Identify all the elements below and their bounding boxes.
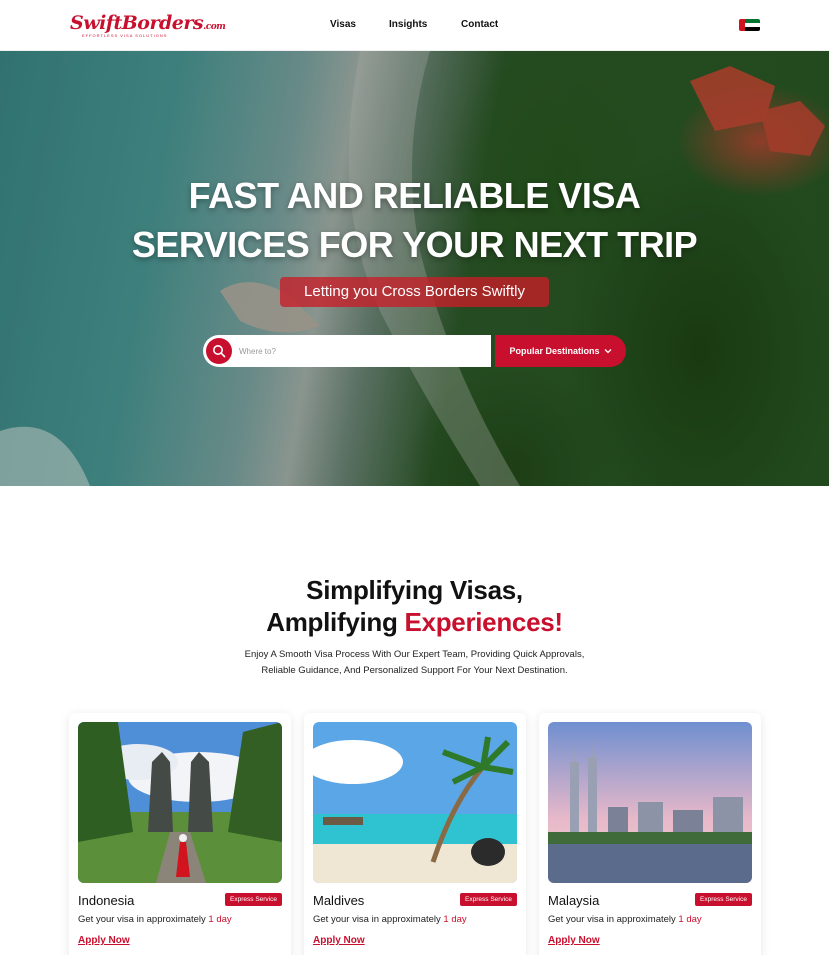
- destination-card-malaysia[interactable]: Malaysia Express Service Get your visa i…: [539, 713, 761, 955]
- apply-now-link[interactable]: Apply Now: [78, 935, 130, 946]
- express-service-badge: Express Service: [695, 893, 752, 906]
- section-title-line2: Amplifying Experiences!: [266, 607, 563, 637]
- logo-text: SwiftBorders.com: [70, 12, 226, 34]
- search-button[interactable]: [206, 338, 232, 364]
- apply-now-link[interactable]: Apply Now: [313, 935, 365, 946]
- logo[interactable]: SwiftBorders.com EFFORTLESS VISA SOLUTIO…: [70, 12, 226, 40]
- indonesia-image: [78, 722, 282, 883]
- section-description-line2: Reliable Guidance, And Personalized Supp…: [261, 665, 568, 676]
- hero-title-line2: SERVICES FOR YOUR NEXT TRIP: [131, 224, 698, 265]
- popular-destinations-label: Popular Destinations: [509, 346, 600, 356]
- nav-link-visas[interactable]: Visas: [330, 19, 356, 30]
- uae-flag-icon[interactable]: [739, 19, 760, 31]
- hero-title-line1: FAST AND RELIABLE VISA: [188, 175, 641, 216]
- nav-link-insights[interactable]: Insights: [389, 19, 427, 30]
- apply-now-link[interactable]: Apply Now: [548, 935, 600, 946]
- destination-card-indonesia[interactable]: Indonesia Express Service Get your visa …: [69, 713, 291, 955]
- maldives-image: [313, 722, 517, 883]
- hero-subtitle: Letting you Cross Borders Swiftly: [280, 277, 549, 307]
- malaysia-image: [548, 722, 752, 883]
- section-title-line1: Simplifying Visas,: [306, 575, 523, 605]
- logo-tagline: EFFORTLESS VISA SOLUTIONS: [82, 33, 168, 38]
- card-description: Get your visa in approximately 1 day: [78, 914, 232, 925]
- search-bar: [203, 335, 491, 367]
- card-title: Malaysia: [548, 893, 600, 908]
- section-description-line1: Enjoy A Smooth Visa Process With Our Exp…: [244, 649, 585, 660]
- nav-link-contact[interactable]: Contact: [461, 19, 498, 30]
- top-nav: SwiftBorders.com EFFORTLESS VISA SOLUTIO…: [0, 0, 829, 51]
- destination-card-maldives[interactable]: Maldives Express Service Get your visa i…: [304, 713, 526, 955]
- chevron-down-icon: [604, 349, 611, 354]
- express-service-badge: Express Service: [225, 893, 282, 906]
- popular-destinations-button[interactable]: Popular Destinations: [495, 335, 626, 367]
- card-description: Get your visa in approximately 1 day: [548, 914, 702, 925]
- search-input[interactable]: [239, 341, 479, 361]
- card-description: Get your visa in approximately 1 day: [313, 914, 467, 925]
- card-title: Maldives: [313, 893, 365, 908]
- express-service-badge: Express Service: [460, 893, 517, 906]
- hero-banner: FAST AND RELIABLE VISA SERVICES FOR YOUR…: [0, 51, 829, 486]
- search-icon: [213, 345, 226, 358]
- card-title: Indonesia: [78, 893, 135, 908]
